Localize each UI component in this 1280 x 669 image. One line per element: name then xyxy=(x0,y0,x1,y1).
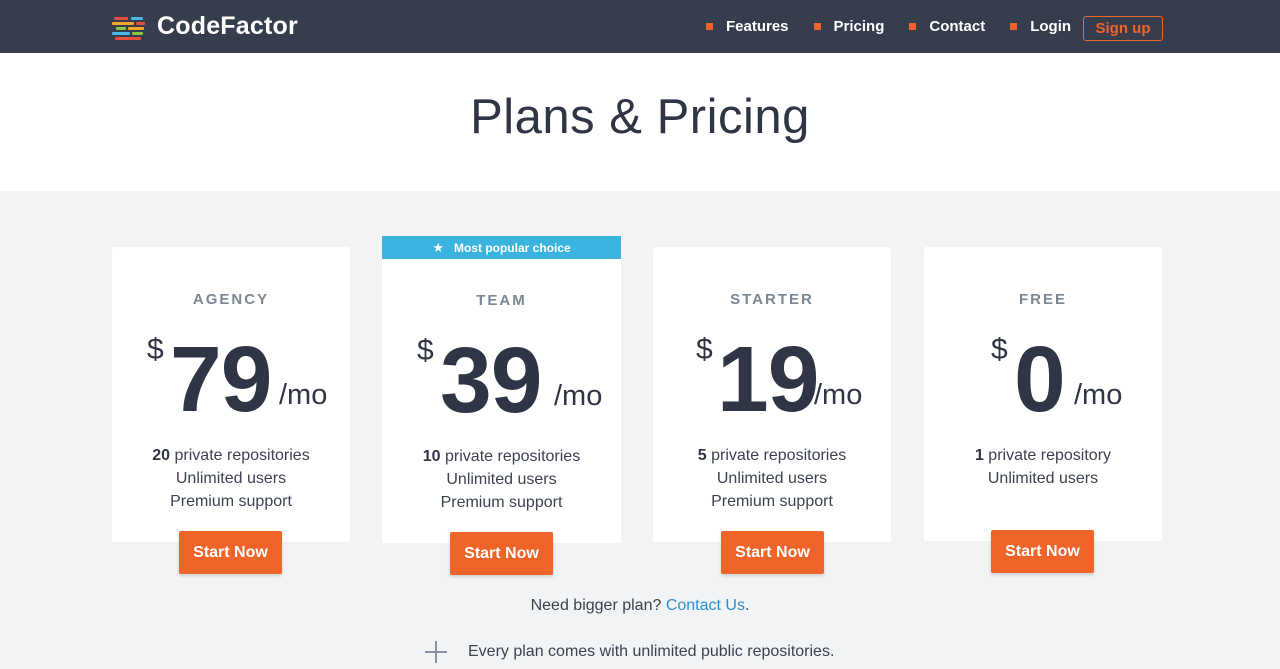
nav-item-contact[interactable]: Contact xyxy=(909,18,985,35)
bigger-plan-suffix: . xyxy=(744,597,750,614)
repo-count: 20 xyxy=(152,447,171,464)
repo-label: private repositories xyxy=(440,448,581,465)
main-nav: Features Pricing Contact Login xyxy=(706,18,1096,35)
nav-item-pricing[interactable]: Pricing xyxy=(813,18,885,35)
plan-name: AGENCY xyxy=(192,291,270,308)
hero-section: Plans & Pricing xyxy=(0,53,1280,191)
feature-support: Premium support xyxy=(440,494,563,511)
feature-support: Premium support xyxy=(170,493,292,510)
price-period: /mo xyxy=(554,380,603,412)
plan-card-team: TEAM $ 39 /mo 10 private repositories Un… xyxy=(382,259,621,543)
feature-users: Unlimited users xyxy=(446,471,557,488)
feature-users: Unlimited users xyxy=(716,470,828,487)
plan-features: 1 private repository Unlimited users xyxy=(924,444,1162,490)
price-amount: 0 xyxy=(1014,327,1066,431)
plan-price: $ 79 /mo xyxy=(112,329,350,426)
feature-users: Unlimited users xyxy=(987,470,1099,487)
square-bullet-icon xyxy=(813,23,821,30)
plan-price: $ 19 /mo xyxy=(653,329,891,426)
feature-repositories: 10 private repositories xyxy=(382,445,621,468)
feature-repositories: 5 private repositories xyxy=(653,444,891,467)
price-currency: $ xyxy=(417,334,434,367)
plan-features: 5 private repositories Unlimited users P… xyxy=(653,444,891,513)
plan-card-agency: AGENCY $ 79 /mo 20 private repositories … xyxy=(112,247,350,542)
start-now-button-free[interactable]: Start Now xyxy=(991,530,1094,573)
repo-count: 10 xyxy=(422,448,441,465)
price-currency: $ xyxy=(991,333,1008,366)
plan-card-starter: STARTER $ 19 /mo 5 private repositories … xyxy=(653,247,891,542)
perk-text: Every plan comes with unlimited public r… xyxy=(468,643,835,660)
nav-item-login[interactable]: Login xyxy=(1010,18,1071,35)
page-title: Plans & Pricing xyxy=(470,90,810,144)
square-bullet-icon xyxy=(1010,23,1018,30)
start-now-button-starter[interactable]: Start Now xyxy=(721,531,824,574)
price-amount: 19 xyxy=(717,327,819,431)
nav-item-label: Features xyxy=(726,18,789,35)
square-bullet-icon xyxy=(909,23,917,30)
price-currency: $ xyxy=(696,333,713,366)
price-amount: 79 xyxy=(170,327,272,431)
bigger-plan-text: Need bigger plan? xyxy=(530,597,666,614)
repo-count: 1 xyxy=(974,447,984,464)
plan-name: STARTER xyxy=(730,291,814,308)
price-period: /mo xyxy=(1074,379,1123,411)
nav-item-label: Pricing xyxy=(833,18,885,35)
brand-logo[interactable]: CodeFactor xyxy=(112,12,298,41)
start-now-button-agency[interactable]: Start Now xyxy=(179,531,282,574)
badge-label: Most popular choice xyxy=(453,240,571,255)
contact-us-link[interactable]: Contact Us xyxy=(666,597,745,614)
start-now-button-team[interactable]: Start Now xyxy=(450,532,553,575)
feature-repositories: 1 private repository xyxy=(924,444,1162,467)
codefactor-logo-icon xyxy=(112,15,145,40)
plan-features: 20 private repositories Unlimited users … xyxy=(112,444,350,513)
plan-card-free: FREE $ 0 /mo 1 private repository Unlimi… xyxy=(924,247,1162,541)
feature-repositories: 20 private repositories xyxy=(112,444,350,467)
plan-features: 10 private repositories Unlimited users … xyxy=(382,445,621,514)
top-navbar: CodeFactor Features Pricing Contact Logi… xyxy=(0,0,1280,53)
plus-icon xyxy=(424,640,448,664)
repo-label: private repository xyxy=(983,447,1112,464)
price-currency: $ xyxy=(147,333,164,366)
plan-price: $ 0 /mo xyxy=(924,329,1162,426)
nav-item-label: Contact xyxy=(929,18,986,35)
square-bullet-icon xyxy=(706,23,713,30)
nav-item-label: Login xyxy=(1030,18,1072,35)
repo-count: 5 xyxy=(697,447,707,464)
nav-item-features[interactable]: Features xyxy=(706,18,789,35)
bigger-plan-note: Need bigger plan? Contact Us. xyxy=(0,597,1280,615)
plan-name: TEAM xyxy=(476,292,527,309)
plan-name: FREE xyxy=(1018,291,1067,308)
feature-users: Unlimited users xyxy=(175,470,287,487)
repo-label: private repositories xyxy=(170,447,310,464)
star-icon: ★ xyxy=(432,239,444,255)
price-period: /mo xyxy=(279,379,328,411)
feature-support: Premium support xyxy=(711,493,833,510)
sign-up-button[interactable]: Sign up xyxy=(1083,16,1163,41)
perk-item: Every plan comes with unlimited public r… xyxy=(424,640,834,664)
price-amount: 39 xyxy=(440,328,542,432)
price-period: /mo xyxy=(814,379,863,411)
plan-price: $ 39 /mo xyxy=(382,330,621,427)
brand-name: CodeFactor xyxy=(157,12,298,40)
repo-label: private repositories xyxy=(706,447,847,464)
most-popular-badge: ★ Most popular choice xyxy=(382,236,621,259)
